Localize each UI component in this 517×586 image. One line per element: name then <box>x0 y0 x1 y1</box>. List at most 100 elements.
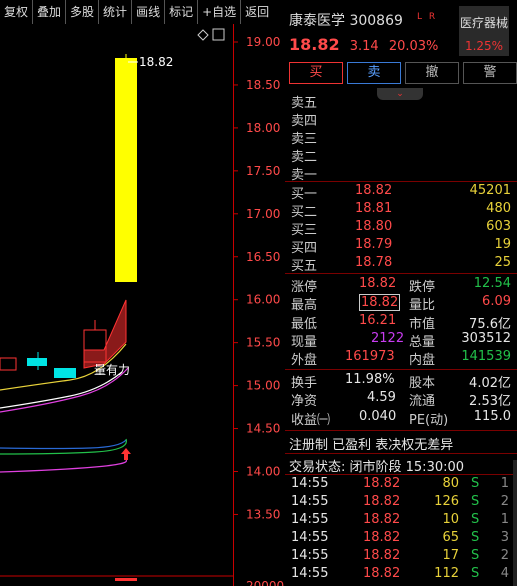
ask-label: 卖四 <box>291 114 318 129</box>
toolbar-draw-line-button[interactable]: 画线 <box>132 0 166 24</box>
candle <box>0 357 17 371</box>
ask-label: 卖二 <box>291 150 318 165</box>
turnover-label: 换手 <box>291 376 318 391</box>
toolbar-fuquan-button[interactable]: 复权 <box>0 0 34 24</box>
price-axis-label: 17.00 <box>246 207 280 221</box>
tick-time: 14:55 <box>291 494 329 509</box>
collapse-box-icon[interactable] <box>212 28 225 41</box>
tick-volume: 10 <box>442 512 459 527</box>
volume-bar <box>115 578 137 581</box>
turnover-value: 11.98% <box>345 372 395 387</box>
eps-value: 0.040 <box>359 409 397 424</box>
bid-label: 买二 <box>291 205 318 220</box>
total-vol-label: 总量 <box>409 335 436 350</box>
volume-annotation: 量有力 <box>94 363 130 377</box>
tick-volume: 65 <box>442 530 459 545</box>
tick-row: 14:55 18.82 80 S 1 <box>289 476 511 494</box>
chart-toolbar: 复权 叠加 多股 统计 画线 标记 +自选 返回 <box>0 0 284 24</box>
price-axis-label: 18.00 <box>246 121 280 135</box>
buy-button[interactable]: 买 <box>289 62 343 84</box>
ask-row: 卖一 <box>289 164 513 183</box>
stats-row: 最高 18.82 量比 6.09 <box>289 294 513 313</box>
eps-label: 收益㈠ <box>291 413 331 428</box>
high-label: 最高 <box>291 298 318 313</box>
mkt-cap-value: 75.6亿 <box>469 317 511 332</box>
stats-row: 最低 16.21 市值 75.6亿 <box>289 313 513 332</box>
tick-row: 14:55 18.82 65 S 3 <box>289 530 511 548</box>
tick-volume: 126 <box>434 494 459 509</box>
toolbar-stats-button[interactable]: 统计 <box>99 0 133 24</box>
bid-row: 买一 18.82 45201 <box>289 183 513 202</box>
pe-label: PE(动) <box>409 413 449 428</box>
tick-row: 14:55 18.82 17 S 2 <box>289 548 511 566</box>
sector-badge[interactable]: 医疗器械 1.25% <box>459 6 509 56</box>
tick-time: 14:55 <box>291 566 329 581</box>
ask-label: 卖三 <box>291 132 318 147</box>
stats-row: 外盘 161973 内盘 141539 <box>289 349 513 368</box>
ma-lower-line <box>0 459 127 473</box>
tick-count: 1 <box>500 512 509 527</box>
toolbar-overlay-button[interactable]: 叠加 <box>33 0 67 24</box>
vol-ratio-label: 量比 <box>409 298 436 313</box>
diamond-icon[interactable] <box>197 29 209 41</box>
stats-row: 换手 11.98% 股本 4.02亿 <box>289 372 513 391</box>
tick-price: 18.82 <box>363 512 401 527</box>
tick-scrollbar[interactable] <box>513 460 517 586</box>
divider <box>285 273 517 274</box>
bid-label: 买一 <box>291 187 318 202</box>
stats-row: 净资 4.59 流通 2.53亿 <box>289 390 513 409</box>
alert-button[interactable]: 警 <box>463 62 517 84</box>
trading-status: 交易状态: 闭市阶段 15:30:00 <box>289 460 465 475</box>
max-price-label: 18.82 <box>139 55 173 69</box>
price-axis-label: 16.50 <box>246 250 280 264</box>
cancel-order-button[interactable]: 撤 <box>405 62 459 84</box>
limit-down-label: 跌停 <box>409 280 436 295</box>
price-axis-label: 14.50 <box>246 422 280 436</box>
low-value: 16.21 <box>359 313 397 328</box>
bid-row: 买三 18.80 603 <box>289 219 513 238</box>
tick-side: S <box>471 512 480 527</box>
float-label: 流通 <box>409 394 436 409</box>
kline-chart-svg: 18.82 量有力 20000 19.00 18.50 18.00 17.50 17.0… <box>0 24 284 586</box>
tick-row: 14:55 18.82 10 S 1 <box>289 512 511 530</box>
tick-time: 14:55 <box>291 548 329 563</box>
tick-price: 18.82 <box>363 476 401 491</box>
price-axis-label: 15.50 <box>246 336 280 350</box>
tick-time: 14:55 <box>291 476 329 491</box>
tick-count: 3 <box>500 530 509 545</box>
ma-blue-line <box>0 439 127 450</box>
candle <box>27 358 47 366</box>
sell-button[interactable]: 卖 <box>347 62 401 84</box>
stock-tags: 注册制 已盈利 表决权无差异 <box>289 438 454 453</box>
limit-up-value: 18.82 <box>359 276 397 291</box>
toolbar-back-button[interactable]: 返回 <box>241 0 273 24</box>
vol-ratio-value: 6.09 <box>482 294 511 309</box>
tick-side: S <box>471 566 480 581</box>
equity-value: 4.02亿 <box>469 376 511 391</box>
tick-count: 1 <box>500 476 509 491</box>
price-axis-label: 14.00 <box>246 465 280 479</box>
price-change: 3.14 <box>349 39 379 54</box>
price-axis-label: 19.00 <box>246 35 280 49</box>
tick-side: S <box>471 476 480 491</box>
price-axis-label: 13.50 <box>246 507 280 521</box>
nav-label: 净资 <box>291 394 318 409</box>
bid-row: 买四 18.79 19 <box>289 237 513 256</box>
divider <box>285 181 517 182</box>
price-axis-label: 17.50 <box>246 164 280 178</box>
toolbar-multi-stock-button[interactable]: 多股 <box>66 0 100 24</box>
nav-value: 4.59 <box>367 390 396 405</box>
ask-row: 卖四 <box>289 110 513 129</box>
trend-band <box>83 299 127 369</box>
tick-count: 4 <box>500 566 509 581</box>
volume-axis-label: 20000 <box>246 579 284 586</box>
tick-price: 18.82 <box>363 530 401 545</box>
toolbar-add-watchlist-button[interactable]: +自选 <box>198 0 242 24</box>
tick-row: 14:55 18.82 112 S 4 <box>289 566 511 584</box>
outer-value: 161973 <box>345 349 395 364</box>
bid-volume: 603 <box>486 219 511 234</box>
kline-chart[interactable]: 18.82 量有力 20000 19.00 18.50 18.00 17.50 17.0… <box>0 24 284 586</box>
sector-name: 医疗器械 <box>459 16 508 30</box>
price-axis-label: 15.00 <box>246 379 280 393</box>
toolbar-mark-button[interactable]: 标记 <box>165 0 199 24</box>
